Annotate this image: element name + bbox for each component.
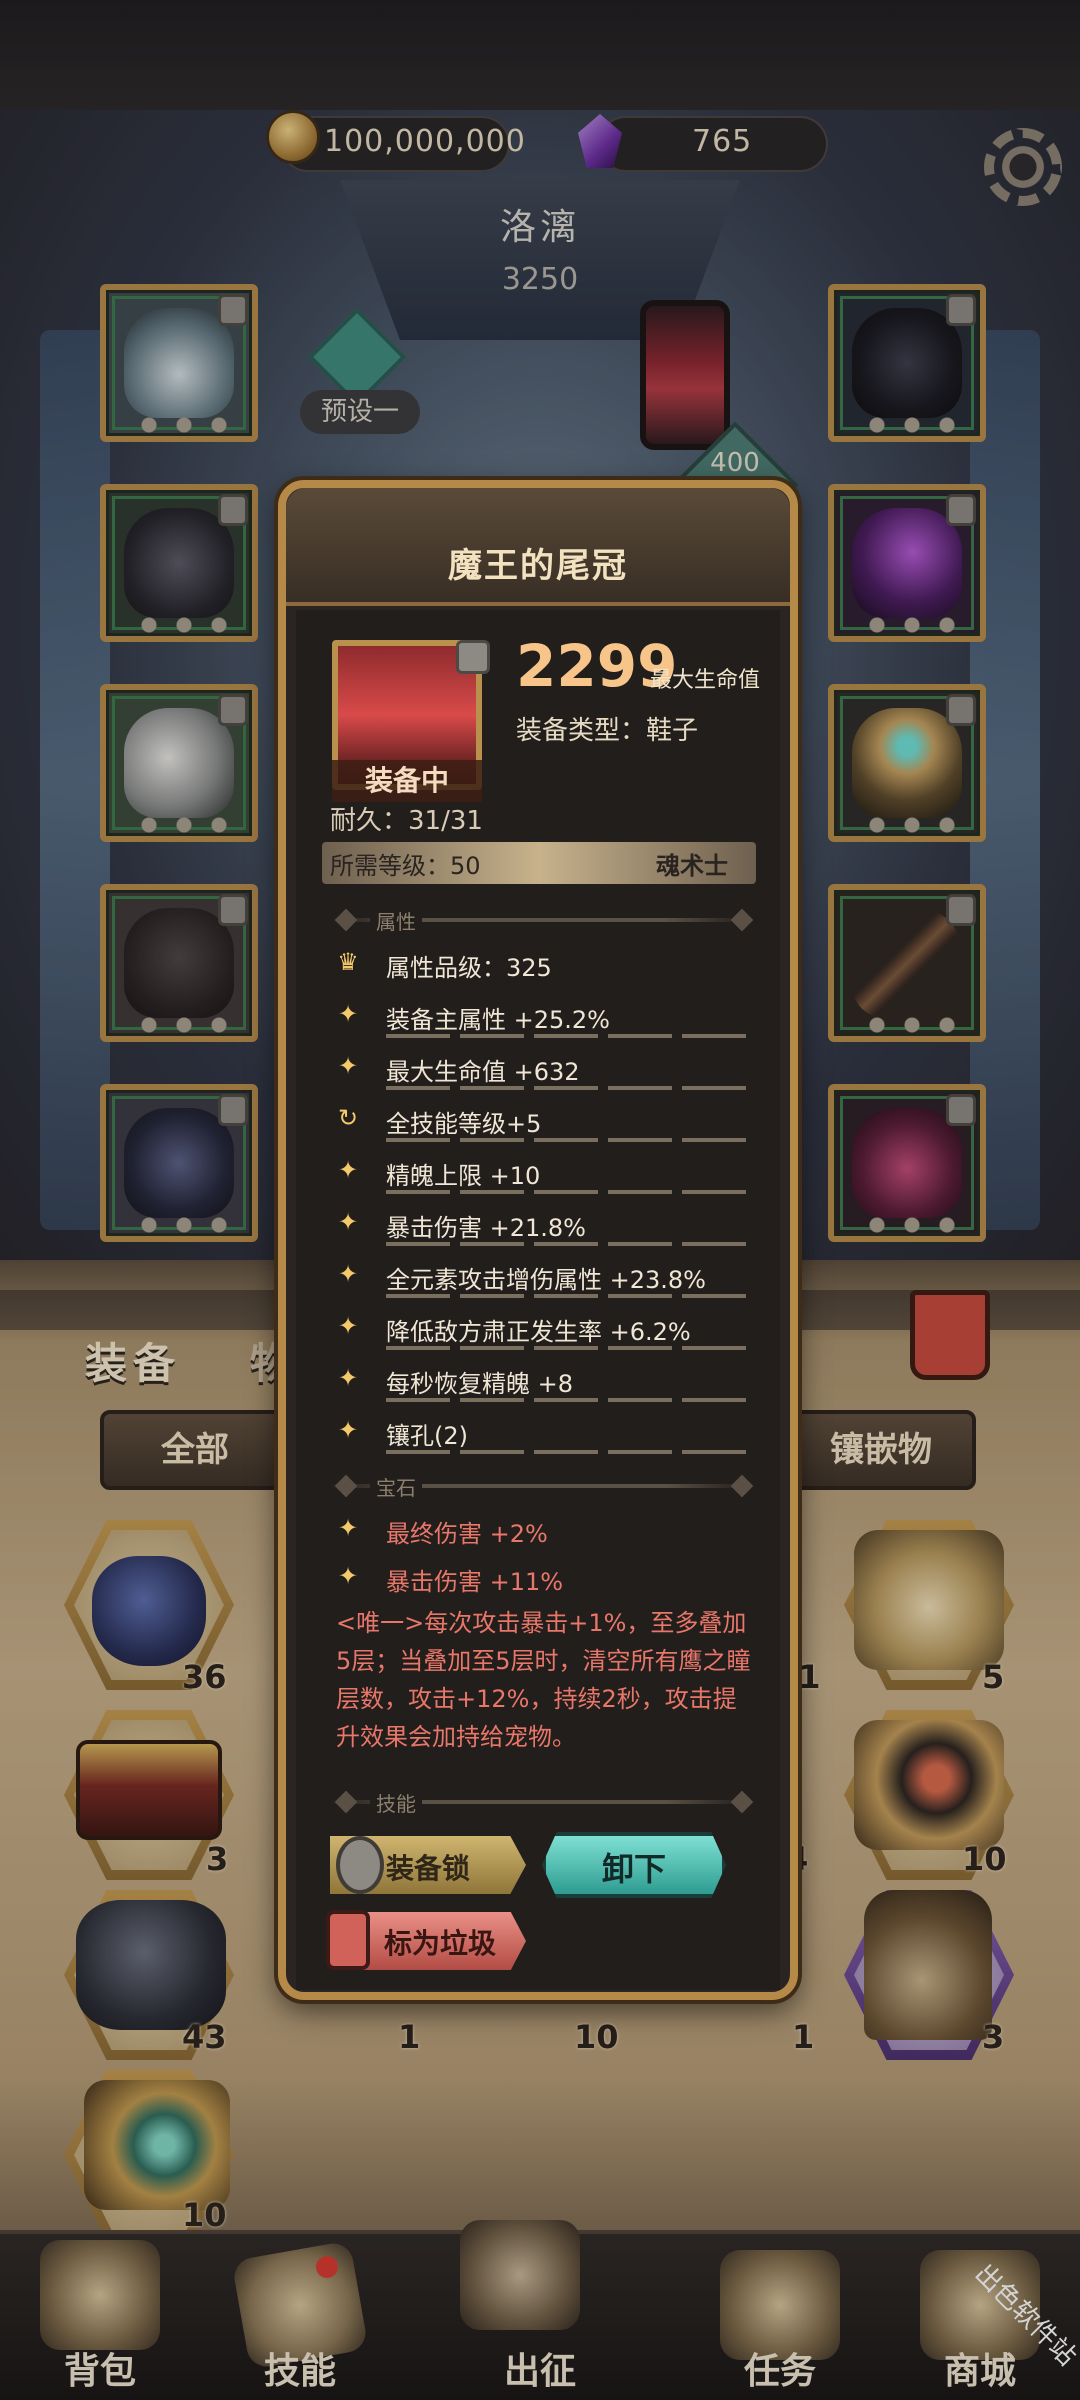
attribute-roll-bar <box>386 1086 756 1090</box>
attribute-roll-bar <box>386 1346 756 1350</box>
attribute-roll-bar <box>386 1294 756 1298</box>
attribute-row: ✦ 装备主属性 +25.2% <box>330 1000 756 1040</box>
star-bullet-icon: ✦ <box>337 1052 359 1080</box>
attribute-text: 属性品级：325 <box>386 954 552 982</box>
attribute-text: 降低敌方肃正发生率 +6.2% <box>386 1318 691 1346</box>
section-skills-label: 技能 <box>370 1788 422 1817</box>
attribute-row: ✦ 每秒恢复精魄 +8 <box>330 1364 756 1404</box>
star-bullet-icon: ✦ <box>337 1156 359 1184</box>
required-level: 所需等级：50 <box>330 852 481 880</box>
lock-icon <box>456 640 490 674</box>
star-bullet-icon: ✦ <box>337 1000 359 1028</box>
gem-bonus-text: 最终伤害 +2% <box>386 1520 548 1548</box>
attribute-row: ✦ 精魄上限 +10 <box>330 1156 756 1196</box>
equipped-status: 装备中 <box>332 760 482 802</box>
star-bullet-icon: ✦ <box>337 1416 359 1444</box>
star-bullet-icon: ✦ <box>337 1364 359 1392</box>
main-stat-name: 最大生命值 <box>650 668 761 693</box>
star-bullet-icon: ✦ <box>337 1260 359 1288</box>
attribute-roll-bar <box>386 1398 756 1402</box>
attribute-roll-bar <box>386 1034 756 1038</box>
star-bullet-icon: ✦ <box>337 1514 359 1542</box>
attribute-text: 全元素攻击增伤属性 +23.8% <box>386 1266 706 1294</box>
gem-bonus-text: 暴击伤害 +11% <box>386 1568 564 1596</box>
attribute-text: 最大生命值 +632 <box>386 1058 580 1086</box>
attribute-row: ↻ 全技能等级+5 <box>330 1104 756 1144</box>
durability: 耐久：31/31 <box>330 806 483 836</box>
gem-row: ✦ 最终伤害 +2% <box>330 1514 750 1554</box>
attribute-text: 每秒恢复精魄 +8 <box>386 1370 574 1398</box>
star-bullet-icon: ✦ <box>337 1562 359 1590</box>
attribute-row: ✦ 降低敌方肃正发生率 +6.2% <box>330 1312 756 1352</box>
star-bullet-icon: ✦ <box>337 1312 359 1340</box>
attribute-row: ♛ 属性品级：325 <box>330 948 750 988</box>
mark-as-junk-label[interactable]: 标为垃圾 <box>384 1922 496 1962</box>
attribute-roll-bar <box>386 1242 756 1246</box>
attribute-text: 精魄上限 +10 <box>386 1162 541 1190</box>
section-gems-label: 宝石 <box>370 1472 422 1501</box>
junk-bucket-icon <box>326 1910 370 1970</box>
unique-effect-text: <唯一>每次攻击暴击+1%，至多叠加5层；当叠加至5层时，清空所有鹰之瞳层数，攻… <box>336 1609 751 1751</box>
attribute-text: 暴击伤害 +21.8% <box>386 1214 586 1242</box>
equipment-lock-label[interactable]: 装备锁 <box>386 1847 470 1887</box>
attribute-text: 装备主属性 +25.2% <box>386 1006 610 1034</box>
attribute-row: ✦ 暴击伤害 +21.8% <box>330 1208 756 1248</box>
quality-crest-icon: ♛ <box>337 948 359 976</box>
attribute-text: 全技能等级+5 <box>386 1110 542 1138</box>
unequip-label[interactable]: 卸下 <box>542 1844 726 1890</box>
attribute-row: ✦ 全元素攻击增伤属性 +23.8% <box>330 1260 756 1300</box>
attribute-roll-bar <box>386 1138 756 1142</box>
attribute-text: 镶孔(2) <box>386 1422 468 1450</box>
attribute-roll-bar <box>386 1190 756 1194</box>
required-class: 魂术士 <box>656 852 728 880</box>
section-attributes-label: 属性 <box>370 906 422 935</box>
padlock-icon <box>336 1836 384 1894</box>
equip-type: 装备类型：鞋子 <box>516 716 699 746</box>
item-title: 魔王的尾冠 <box>448 546 628 586</box>
star-bullet-icon: ✦ <box>337 1208 359 1236</box>
attribute-roll-bar <box>386 1450 756 1454</box>
attribute-row: ✦ 镶孔(2) <box>330 1416 756 1456</box>
cycle-icon: ↻ <box>337 1104 359 1132</box>
attribute-row: ✦ 最大生命值 +632 <box>330 1052 756 1092</box>
gem-row: ✦ 暴击伤害 +11% <box>330 1562 750 1602</box>
